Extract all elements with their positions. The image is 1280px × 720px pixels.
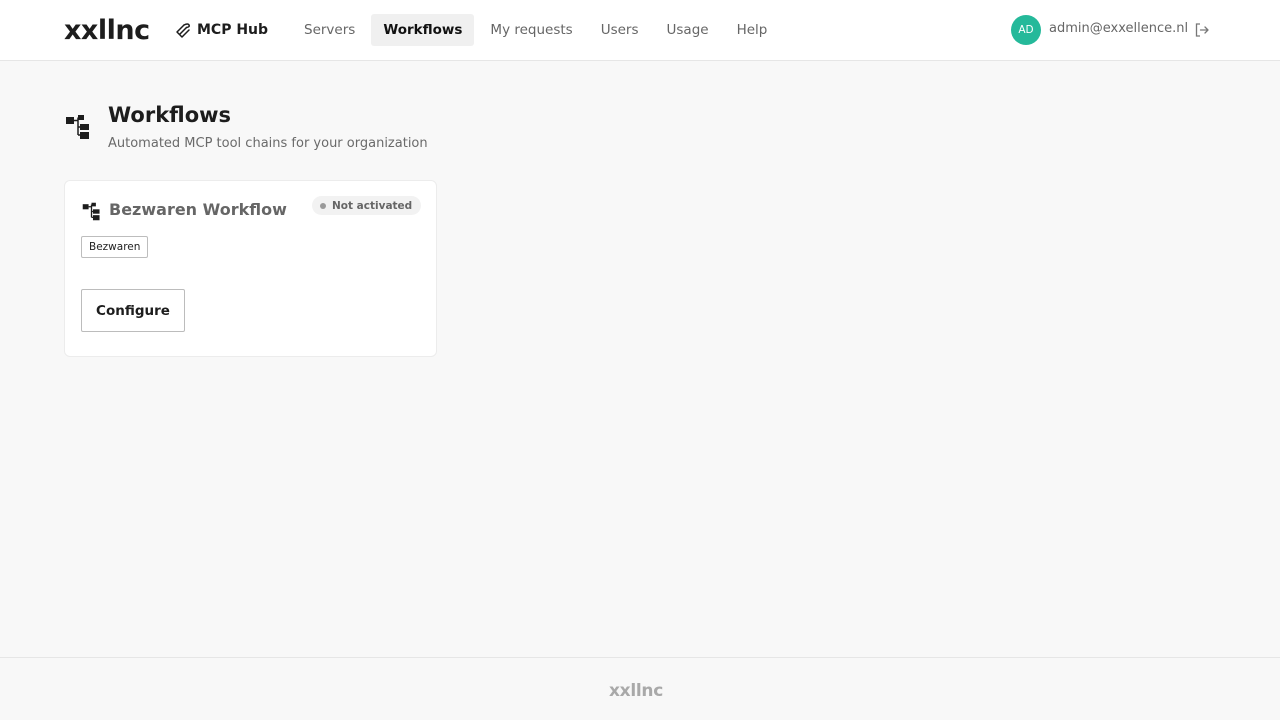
product-name: MCP Hub [197,22,269,38]
nav-item-help[interactable]: Help [725,14,780,46]
product-title: MCP Hub [174,19,268,41]
nav-item-workflows[interactable]: Workflows [371,14,475,46]
configure-button[interactable]: Configure [81,289,185,332]
logout-icon[interactable] [1193,21,1211,39]
workflow-card: Bezwaren Workflow Not activated Bezwaren… [64,180,437,357]
workflow-title: Bezwaren Workflow [109,200,287,219]
workflow-icon [65,114,91,140]
footer-logo: xxllnc [609,681,663,701]
page-title: Workflows [108,103,232,127]
nav-item-users[interactable]: Users [589,14,651,46]
page-subtitle: Automated MCP tool chains for your organ… [108,136,428,151]
user-email: admin@exxellence.nl [1049,21,1189,36]
brand-logo[interactable]: xxllnc [64,17,150,45]
main-nav: Servers Workflows My requests Users Usag… [292,14,783,46]
workflow-icon [82,202,101,221]
nav-item-my-requests[interactable]: My requests [478,14,584,46]
status-badge: Not activated [312,196,422,215]
avatar[interactable]: AD [1011,15,1041,45]
nav-item-usage[interactable]: Usage [655,14,721,46]
nav-item-servers[interactable]: Servers [292,14,367,46]
feather-icon [174,21,192,39]
workflow-tag: Bezwaren [81,236,149,258]
top-navbar: xxllnc MCP Hub Servers Workflows My requ… [0,0,1280,61]
status-label: Not activated [332,199,413,212]
status-dot [320,202,326,209]
footer: xxllnc [0,657,1280,720]
